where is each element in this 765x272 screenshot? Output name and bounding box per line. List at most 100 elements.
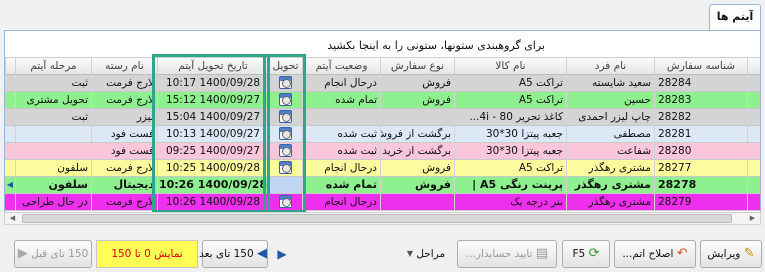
cell-category: فست فود: [91, 143, 157, 159]
col-header-item[interactable]: نام کالا: [454, 58, 566, 75]
col-header-status[interactable]: وضعیت آیتم: [302, 58, 380, 75]
row-selector[interactable]: [747, 194, 760, 210]
bottom-toolbar: ✎ ویرایش ↶ اصلاح اتم... ⟳ F5 ▤ تایید حسا…: [0, 240, 765, 270]
table-row[interactable]: تحویل مشتری لارج فرمت 15:12 1400/09/27 تمام…: [5, 92, 760, 109]
row-selector[interactable]: [747, 126, 760, 142]
col-header-category[interactable]: نام رسته: [91, 58, 157, 75]
cell-category: فست فود: [91, 126, 157, 142]
calendar-clock-icon[interactable]: [279, 93, 292, 106]
tab-items[interactable]: آیتم ها: [709, 4, 761, 30]
row-indicator[interactable]: [5, 126, 15, 142]
table-row[interactable]: سلفون لارج فرمت 10:25 1400/09/28 درحال انجا…: [5, 160, 760, 177]
previous-page-button[interactable]: 150 تای قبل ▶: [14, 240, 92, 268]
row-selector[interactable]: [747, 160, 760, 176]
table-row[interactable]: فست فود 09:25 1400/09/27 ثبت شده برگشت از خ…: [5, 143, 760, 160]
cell-customer: مشتری رهگذر: [566, 194, 654, 210]
refresh-icon: ⟳: [588, 246, 600, 261]
cell-item-name: پرینت رنگی A5 |: [454, 177, 566, 193]
accounting-confirm-button[interactable]: ▤ تایید حسابدار...: [457, 240, 557, 268]
table-row[interactable]: در حال طراحی لارج فرمت 10:26 1400/09/28 درح…: [5, 194, 760, 211]
row-selector[interactable]: [747, 92, 760, 108]
row-selector[interactable]: [747, 109, 760, 125]
cell-order-id: 28282: [654, 109, 747, 125]
row-indicator[interactable]: [5, 143, 15, 159]
col-header-delivery-date[interactable]: تاریخ تحویل آیتم: [157, 58, 268, 75]
cell-item-name: تراکت A5: [454, 75, 566, 91]
fix-item-button-label: اصلاح اتم...: [622, 248, 674, 260]
table-row[interactable]: ثبت لیزر 15:04 1400/09/27 کاغذ تحریر 4i - 8…: [5, 109, 760, 126]
cell-status: ثبت شده: [302, 126, 380, 142]
row-selector[interactable]: [747, 75, 760, 91]
header-indicator: [5, 58, 15, 75]
document-icon: ▤: [535, 246, 549, 261]
cell-order-type: فروش: [380, 160, 454, 176]
calendar-clock-icon[interactable]: [279, 76, 292, 89]
row-indicator[interactable]: ◀: [5, 177, 15, 193]
cell-order-type: فروش: [380, 75, 454, 91]
cell-item-name: تراکت A5: [454, 92, 566, 108]
cell-delivery-date: 10:26 1400/09/28: [157, 177, 268, 193]
cell-status: تمام شده: [302, 92, 380, 108]
col-header-order-id[interactable]: شناسه سفارش: [654, 58, 747, 75]
cell-category: لارج فرمت: [91, 75, 157, 91]
col-header-stage[interactable]: مرحله آیتم: [15, 58, 91, 75]
cell-delivery: [268, 109, 302, 125]
scrollbar-thumb[interactable]: [22, 214, 732, 223]
cell-order-id: 28284: [654, 75, 747, 91]
cell-delivery-date: 10:25 1400/09/28: [157, 160, 268, 176]
cell-status: ثبت شده: [302, 143, 380, 159]
calendar-clock-icon[interactable]: [279, 110, 292, 123]
calendar-clock-icon[interactable]: [279, 144, 292, 157]
cell-stage: ثبت: [15, 75, 91, 91]
next-page-button[interactable]: ◀ 150 تای بعد: [199, 240, 268, 268]
row-selector[interactable]: [747, 143, 760, 159]
calendar-clock-icon[interactable]: [279, 195, 292, 208]
fix-item-button[interactable]: ↶ اصلاح اتم...: [614, 240, 696, 268]
row-selector[interactable]: [747, 177, 760, 193]
cell-order-id: 28283: [654, 92, 747, 108]
table-row[interactable]: فست فود 10:13 1400/09/27 ثبت شده برگشت از ف…: [5, 126, 760, 143]
cell-delivery: [268, 160, 302, 176]
horizontal-scrollbar[interactable]: ◀ ▶: [4, 212, 761, 225]
stages-dropdown[interactable]: مراحل ▼: [398, 240, 454, 268]
calendar-clock-icon[interactable]: [279, 161, 292, 174]
edit-button[interactable]: ✎ ویرایش: [700, 240, 762, 268]
row-indicator[interactable]: [5, 109, 15, 125]
col-header-delivery[interactable]: تحویل: [268, 58, 302, 75]
cell-category: لیزر: [91, 109, 157, 125]
col-header-customer[interactable]: نام فرد: [566, 58, 654, 75]
cell-customer: مشتری رهگذر: [566, 177, 654, 193]
table-row[interactable]: ثبت لارج فرمت 10:17 1400/09/28 درحال انجام ف…: [5, 75, 760, 92]
next-page-label: 150 تای بعد: [199, 248, 254, 260]
undo-icon: ↶: [676, 246, 688, 261]
row-indicator[interactable]: [5, 160, 15, 176]
cell-delivery-date: 10:13 1400/09/27: [157, 126, 268, 142]
cell-customer: مصطفی: [566, 126, 654, 142]
scroll-right-icon[interactable]: ▶: [746, 213, 759, 224]
edit-button-label: ویرایش: [707, 248, 741, 260]
cell-delivery-date: 09:25 1400/09/27: [157, 143, 268, 159]
next-page-arrow-icon[interactable]: ▶: [274, 240, 290, 268]
group-by-panel[interactable]: برای گروهبندی ستونها، ستونی را به اینجا …: [5, 31, 760, 57]
row-indicator[interactable]: [5, 75, 15, 91]
cell-customer: حسین: [566, 92, 654, 108]
cell-category: لارج فرمت: [91, 92, 157, 108]
cell-order-type: برگشت از فروش: [380, 126, 454, 142]
cell-order-id: 28278: [654, 177, 747, 193]
cell-delivery-date: 10:26 1400/09/28: [157, 194, 268, 210]
table-row[interactable]: ◀ سلفون دیجیتال 10:26 1400/09/28 تمام شده فرو…: [5, 177, 760, 194]
row-indicator[interactable]: [5, 194, 15, 210]
accounting-confirm-label: تایید حسابدار...: [465, 248, 533, 260]
calendar-clock-icon[interactable]: [279, 127, 292, 140]
refresh-button[interactable]: ⟳ F5: [562, 240, 610, 268]
cell-delivery-date: 15:04 1400/09/27: [157, 109, 268, 125]
cell-status: [302, 109, 380, 125]
row-indicator[interactable]: [5, 92, 15, 108]
cell-item-name: تراکت A5: [454, 160, 566, 176]
cell-stage: سلفون: [15, 177, 91, 193]
cell-status: درحال انجام: [302, 160, 380, 176]
cell-order-id: 28279: [654, 194, 747, 210]
cell-status: درحال انجام: [302, 194, 380, 210]
scroll-left-icon[interactable]: ◀: [6, 213, 19, 224]
col-header-order-type[interactable]: نوع سفارش: [380, 58, 454, 75]
